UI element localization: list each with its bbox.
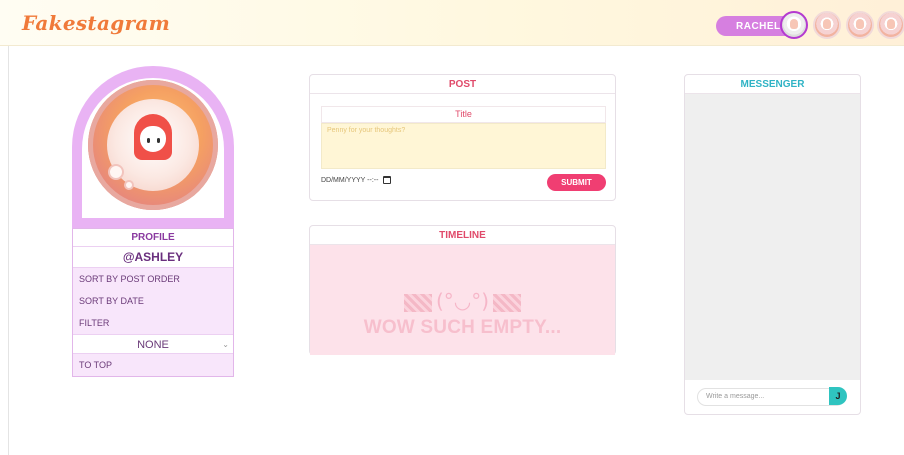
post-body-textarea[interactable]: Penny for your thoughts?: [321, 123, 606, 169]
messenger-messages[interactable]: [685, 94, 860, 380]
sort-by-date-button[interactable]: SORT BY DATE: [73, 290, 233, 312]
avatar-face-icon: [140, 126, 166, 152]
user-avatar-1[interactable]: [813, 11, 841, 39]
kaomoji-face: (°◡°): [435, 289, 490, 313]
timeline-card: TIMELINE (°◡°) WOW SUCH EMPTY...: [309, 225, 616, 355]
avatar-face-icon: [887, 19, 895, 29]
profile-username: @ASHLEY: [73, 247, 233, 268]
user-avatar-2[interactable]: [846, 11, 874, 39]
message-input[interactable]: Write a message...: [697, 388, 845, 406]
profile-panel: PROFILE @ASHLEY SORT BY POST ORDER SORT …: [72, 228, 234, 377]
send-message-button[interactable]: J: [829, 387, 847, 405]
post-date-input[interactable]: DD/MM/YYYY --:--: [321, 176, 392, 184]
user-avatar-3[interactable]: [877, 11, 904, 39]
left-edge-line: [8, 46, 9, 455]
filter-label: FILTER: [73, 312, 233, 334]
current-user-avatar[interactable]: [780, 11, 808, 39]
app-header: Fakestagram RACHEL: [0, 0, 904, 46]
to-top-button[interactable]: TO TOP: [73, 354, 233, 376]
kaomoji-block-icon: [493, 293, 522, 312]
avatar-face-icon: [790, 19, 798, 29]
filter-select[interactable]: NONE ⌄: [73, 334, 233, 354]
avatar-face-icon: [823, 19, 831, 29]
messenger-title: MESSENGER: [685, 75, 860, 94]
chevron-down-icon: ⌄: [222, 340, 229, 349]
empty-state-kaomoji: (°◡°): [310, 289, 615, 313]
timeline-card-title: TIMELINE: [310, 226, 615, 245]
bubble-icon: [108, 164, 124, 180]
avatar-face-icon: [856, 19, 864, 29]
kaomoji-block-icon: [403, 293, 432, 312]
messenger-panel: MESSENGER Write a message...: [684, 74, 861, 415]
timeline-body: (°◡°) WOW SUCH EMPTY...: [310, 245, 615, 355]
avatar-eye-icon: [147, 138, 150, 143]
post-card-title: POST: [310, 75, 615, 94]
post-date-value: DD/MM/YYYY --:--: [321, 176, 379, 184]
post-title-input[interactable]: Title: [321, 106, 606, 123]
empty-state-message: WOW SUCH EMPTY...: [363, 317, 562, 338]
app-logo[interactable]: Fakestagram: [22, 11, 170, 35]
avatar-eye-icon: [157, 138, 160, 143]
calendar-icon[interactable]: [383, 176, 392, 184]
sort-by-post-order-button[interactable]: SORT BY POST ORDER: [73, 268, 233, 290]
filter-select-value: NONE: [137, 339, 169, 351]
submit-button[interactable]: SUBMIT: [547, 174, 606, 191]
profile-title: PROFILE: [73, 229, 233, 247]
post-card: POST Title Penny for your thoughts? DD/M…: [309, 74, 616, 201]
bubble-icon: [124, 180, 134, 190]
